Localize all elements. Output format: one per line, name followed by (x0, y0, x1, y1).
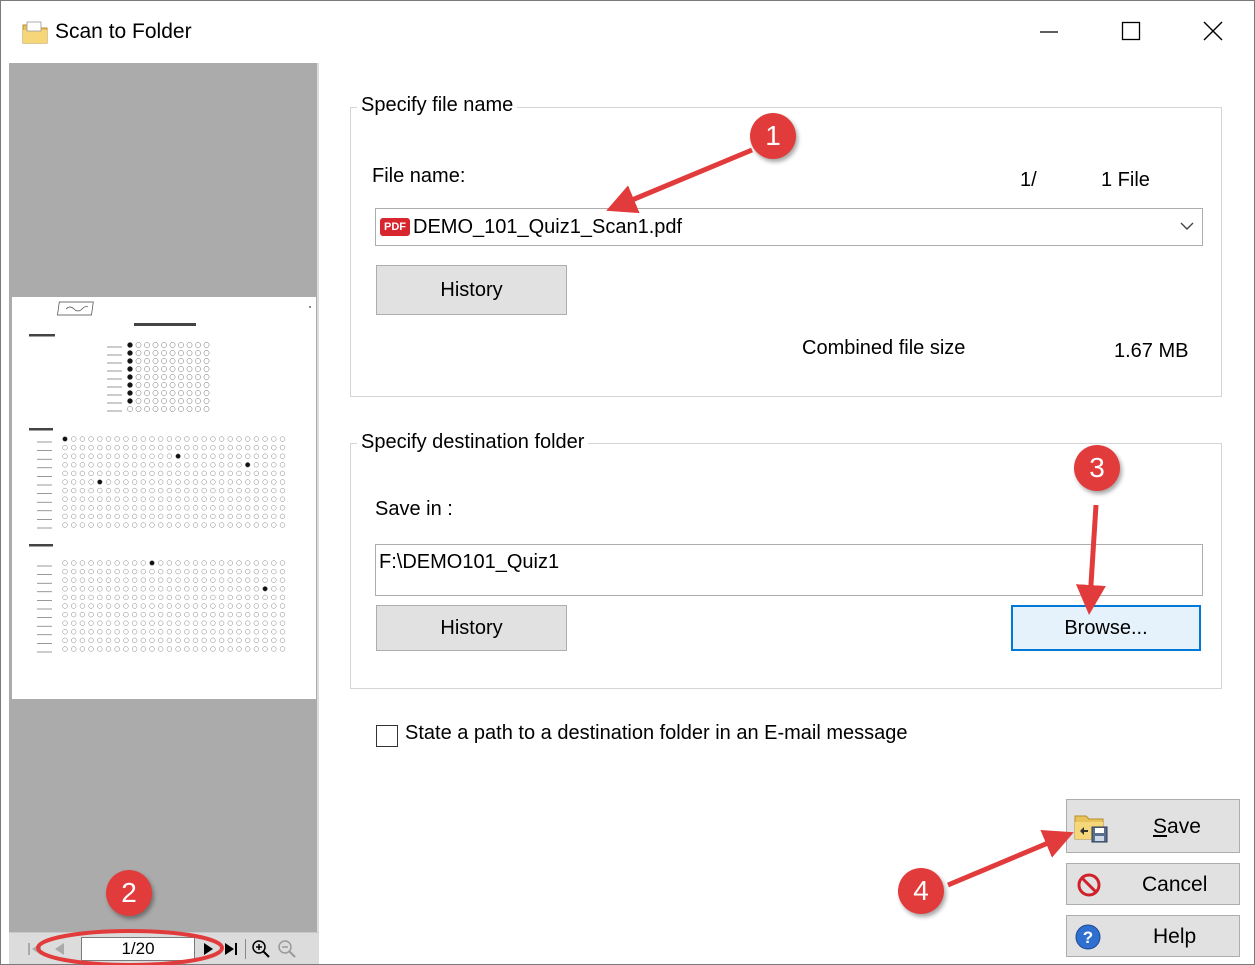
help-button[interactable]: ? Help (1066, 915, 1240, 957)
close-icon (1203, 21, 1223, 41)
file-name-value[interactable]: DEMO_101_Quiz1_Scan1.pdf (413, 216, 682, 239)
page-number-field[interactable]: 1/20 (81, 937, 195, 961)
destination-path-value[interactable]: F:\DEMO101_Quiz1 (379, 551, 559, 574)
help-icon: ? (1075, 924, 1101, 950)
annotation-badge-3: 3 (1074, 445, 1120, 491)
zoom-out-icon[interactable] (277, 939, 297, 959)
close-button[interactable] (1191, 11, 1235, 51)
file-count: 1 File (1101, 169, 1150, 191)
scan-to-folder-window: Scan to Folder 1/20 Specify file name Fi… (0, 0, 1255, 965)
minimize-icon (1040, 31, 1058, 33)
next-page-icon[interactable] (199, 939, 219, 959)
combined-size-value: 1.67 MB (1114, 340, 1189, 362)
save-label: Save (1153, 815, 1201, 839)
destination-group-legend: Specify destination folder (357, 431, 589, 454)
dialog-body: 1/20 Specify file name File name: 1/ 1 F… (1, 63, 1254, 964)
last-page-icon[interactable] (221, 939, 241, 959)
svg-text:?: ? (1083, 928, 1093, 947)
browse-button[interactable]: Browse... (1011, 605, 1201, 651)
save-folder-icon (1074, 815, 1108, 843)
help-label: Help (1153, 925, 1197, 948)
email-path-checkbox[interactable] (376, 725, 398, 747)
answer-sheet-image (29, 301, 311, 653)
zoom-in-icon[interactable] (251, 939, 271, 959)
annotation-badge-2: 2 (106, 870, 152, 916)
scanned-page-thumbnail[interactable] (12, 297, 316, 699)
annotation-badge-4: 4 (898, 868, 944, 914)
pdf-icon: PDF (380, 218, 410, 236)
save-button[interactable]: Save (1066, 799, 1240, 853)
save-label-rest: ave (1167, 815, 1201, 838)
nav-divider (245, 939, 246, 959)
annotation-badge-1: 1 (750, 113, 796, 159)
minimize-button[interactable] (1027, 11, 1071, 51)
maximize-button[interactable] (1109, 11, 1153, 51)
folder-history-button[interactable]: History (376, 605, 567, 651)
file-name-label: File name: (372, 165, 466, 187)
save-label-mnemonic: S (1153, 815, 1168, 838)
folder-icon (22, 21, 48, 44)
cancel-button[interactable]: Cancel (1066, 863, 1240, 905)
page-navigation-bar: 1/20 (9, 932, 319, 964)
file-history-button[interactable]: History (376, 265, 567, 315)
destination-path-field[interactable]: F:\DEMO101_Quiz1 (375, 544, 1203, 596)
email-path-label[interactable]: State a path to a destination folder in … (405, 722, 908, 745)
title-bar: Scan to Folder (1, 1, 1254, 63)
file-name-combobox[interactable]: PDF DEMO_101_Quiz1_Scan1.pdf (375, 208, 1203, 246)
file-name-group-legend: Specify file name (357, 94, 518, 117)
preview-pane: 1/20 (9, 63, 319, 964)
save-in-label: Save in : (375, 498, 453, 520)
cancel-label: Cancel (1142, 873, 1208, 896)
window-title: Scan to Folder (55, 20, 192, 43)
file-index: 1/ (1020, 169, 1037, 191)
first-page-icon[interactable] (25, 939, 45, 959)
chevron-down-icon[interactable] (1180, 221, 1194, 231)
maximize-icon (1121, 21, 1141, 41)
previous-page-icon[interactable] (49, 939, 69, 959)
cancel-icon (1077, 873, 1101, 897)
combined-size-label: Combined file size (802, 337, 966, 359)
